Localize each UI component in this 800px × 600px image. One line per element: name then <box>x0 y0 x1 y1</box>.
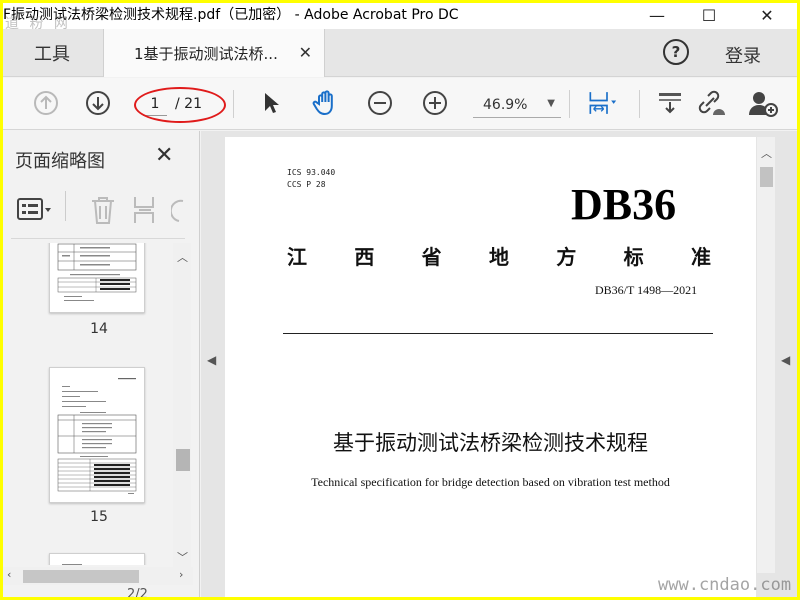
replace-page-icon[interactable] <box>131 195 159 229</box>
delete-page-icon[interactable] <box>89 195 117 229</box>
document-title-en: Technical specification for bridge detec… <box>311 475 670 489</box>
category-char: 江 <box>287 245 307 269</box>
thumbnail-page-15[interactable] <box>49 367 145 503</box>
chevron-down-icon: ▼ <box>547 98 555 109</box>
thumbnails-panel: 页面缩略图 ✕ 14 15 ︿ ﹀ ‹ › 2/2 <box>3 131 200 597</box>
classification-codes: ICS 93.040 CCS P 28 <box>287 167 335 191</box>
close-tab-icon[interactable]: ✕ <box>299 43 312 62</box>
next-page-icon[interactable] <box>83 88 113 118</box>
zoom-out-icon[interactable] <box>365 88 395 118</box>
toolbar-divider <box>639 90 640 118</box>
scrollbar-thumb[interactable] <box>23 570 139 583</box>
highlight-oval <box>134 87 226 123</box>
fit-page-icon[interactable] <box>587 88 617 118</box>
thumbnail-list: 14 15 <box>11 243 173 565</box>
scrollbar-thumb[interactable] <box>176 449 190 471</box>
panel-toolbar <box>11 183 185 239</box>
scroll-right-icon[interactable]: › <box>179 568 183 581</box>
standard-number: DB36/T 1498—2021 <box>595 283 698 297</box>
category-char: 方 <box>556 245 577 269</box>
document-vertical-scrollbar[interactable]: ︿ <box>757 137 775 573</box>
pdf-page: ICS 93.040 CCS P 28 DB36 江 西 省 地 方 标 准 D… <box>225 137 756 597</box>
header-rule <box>283 333 713 334</box>
tab-bar: 工具 1基于振动测试法桥... ✕ ? 登录 <box>3 29 797 77</box>
hand-tool-icon[interactable] <box>311 88 341 118</box>
tab-document-label: 1基于振动测试法桥... <box>134 44 278 63</box>
toolbar-divider <box>233 90 234 118</box>
panel-divider <box>65 191 66 221</box>
scroll-left-icon[interactable]: ‹ <box>7 568 11 581</box>
collapse-right-icon[interactable]: ◀ <box>781 353 790 367</box>
document-title-zh: 基于振动测试法桥梁检测技术规程 <box>333 431 648 455</box>
scrollbar-thumb[interactable] <box>760 167 773 187</box>
window-title: F振动测试法桥梁检测技术规程.pdf（已加密） - Adobe Acrobat … <box>3 7 459 23</box>
scroll-mode-icon[interactable] <box>655 88 685 118</box>
tab-document[interactable]: 1基于振动测试法桥... ✕ <box>103 29 325 77</box>
zoom-level-value: 46.9% <box>483 96 528 113</box>
close-panel-icon[interactable]: ✕ <box>155 143 173 168</box>
toolbar-divider <box>569 90 570 118</box>
help-icon[interactable]: ? <box>663 39 689 65</box>
main-toolbar: 1 / 21 46.9% ▼ <box>3 78 797 130</box>
thumbnail-vertical-scrollbar[interactable]: ︿ ﹀ <box>173 243 191 571</box>
thumbnail-page-16[interactable] <box>49 553 145 565</box>
close-window-button[interactable]: ✕ <box>747 3 787 27</box>
standard-category: 江 西 省 地 方 标 准 <box>287 241 711 270</box>
thumbnail-label: 15 <box>90 509 108 525</box>
standard-code: DB36 <box>571 180 677 229</box>
page-counter: 2/2 <box>127 587 148 597</box>
document-view: ◀ ICS 93.040 CCS P 28 DB36 江 西 省 地 方 标 准… <box>201 131 797 597</box>
category-char: 标 <box>623 245 644 269</box>
previous-page-icon[interactable] <box>31 88 61 118</box>
collapse-left-icon[interactable]: ◀ <box>207 353 216 367</box>
panel-title: 页面缩略图 <box>15 151 105 172</box>
minimize-button[interactable]: — <box>637 3 677 27</box>
zoom-in-icon[interactable] <box>420 88 450 118</box>
scroll-down-icon[interactable]: ﹀ <box>177 549 188 565</box>
add-user-icon[interactable] <box>748 88 778 118</box>
title-bar: F振动测试法桥梁检测技术规程.pdf（已加密） - Adobe Acrobat … <box>3 3 797 32</box>
watermark-bottom-right: www.cndao.com <box>658 575 792 595</box>
maximize-button[interactable]: ☐ <box>689 3 729 27</box>
options-menu-icon[interactable] <box>17 197 53 227</box>
thumbnail-horizontal-scrollbar[interactable]: ‹ › <box>3 567 193 585</box>
login-button[interactable]: 登录 <box>725 42 761 68</box>
zoom-level-select[interactable]: 46.9% ▼ <box>473 92 561 118</box>
category-char: 地 <box>488 245 509 269</box>
rotate-page-icon[interactable] <box>169 197 185 227</box>
scroll-up-icon[interactable]: ︿ <box>761 145 772 161</box>
tab-tools[interactable]: 工具 <box>3 29 101 77</box>
acrobat-window: F振动测试法桥梁检测技术规程.pdf（已加密） - Adobe Acrobat … <box>3 3 797 597</box>
thumbnail-label: 14 <box>90 321 108 337</box>
ccs-code: CCS P 28 <box>287 180 326 189</box>
scroll-up-icon[interactable]: ︿ <box>177 249 188 265</box>
category-char: 省 <box>421 245 442 269</box>
ics-code: ICS 93.040 <box>287 168 336 177</box>
thumbnail-page-14[interactable] <box>49 243 145 313</box>
link-icon[interactable] <box>695 88 725 118</box>
select-tool-icon[interactable] <box>256 88 286 118</box>
category-char: 准 <box>690 245 711 269</box>
category-char: 西 <box>354 245 375 269</box>
